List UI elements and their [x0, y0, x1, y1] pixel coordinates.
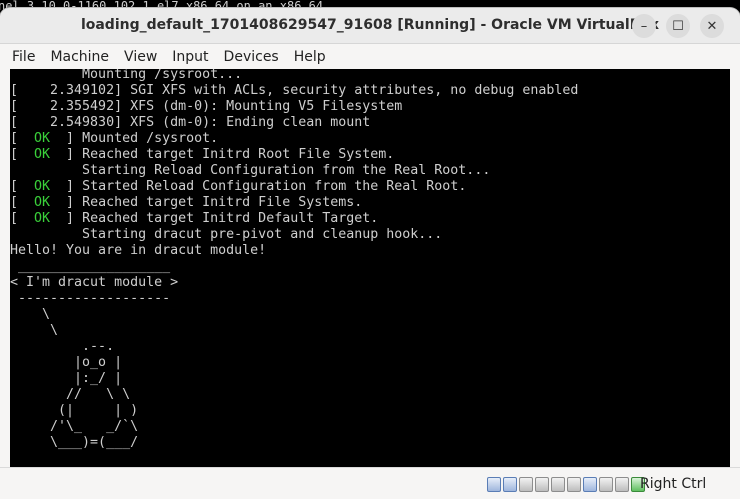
ok-status: OK: [34, 211, 51, 226]
console-line: \: [10, 307, 578, 323]
host-key-label[interactable]: Right Ctrl: [640, 476, 706, 492]
console-line-text: \___)=(___/: [10, 435, 139, 450]
console-line: |o_o |: [10, 355, 578, 371]
console-line: Mounting /sysroot...: [10, 69, 578, 83]
console-line-text: XFS (dm-0): Ending clean mount: [130, 115, 371, 130]
console-line: [ OK ] Reached target Initrd Default Tar…: [10, 211, 578, 227]
console-line: [ 2.549830] XFS (dm-0): Ending clean mou…: [10, 115, 578, 131]
console-line-text: < I'm dracut module >: [10, 275, 179, 290]
minimize-icon: –: [640, 18, 648, 34]
console-line-prefix: [: [10, 179, 35, 194]
menu-bar: File Machine View Input Devices Help: [0, 44, 740, 68]
console-line-text: Starting dracut pre-pivot and cleanup ho…: [10, 227, 443, 242]
console-line: Starting dracut pre-pivot and cleanup ho…: [10, 227, 578, 243]
console-line-text: ] Started Reload Configuration from the …: [50, 179, 467, 194]
usb-icon[interactable]: [551, 477, 565, 492]
console-line: |:_/ |: [10, 371, 578, 387]
console-line: < I'm dracut module >: [10, 275, 578, 291]
minimize-button[interactable]: –: [632, 14, 656, 38]
console-line-text: /'\_ _/`\: [10, 419, 139, 434]
console-line: \___)=(___/: [10, 435, 578, 451]
console-line: \: [10, 323, 578, 339]
hard-disk-icon[interactable]: [487, 477, 501, 492]
console-line: [ OK ] Started Reload Configuration from…: [10, 179, 578, 195]
video-capture-icon[interactable]: [599, 477, 613, 492]
console-line-prefix: [ 2.355492]: [10, 99, 131, 114]
console-line-text: |o_o |: [10, 355, 123, 370]
console-line-text: // \ \: [10, 387, 131, 402]
ok-status: OK: [34, 195, 51, 210]
maximize-button[interactable]: ☐: [666, 14, 690, 38]
display-icon[interactable]: [583, 477, 597, 492]
console-line-text: \: [10, 323, 59, 338]
console-line: (| | ): [10, 403, 578, 419]
console-line-text: |:_/ |: [10, 371, 123, 386]
console-line-text: ] Reached target Initrd Default Target.: [50, 211, 379, 226]
console-line: [ OK ] Reached target Initrd Root File S…: [10, 147, 578, 163]
console-line-prefix: [ 2.549830]: [10, 115, 131, 130]
console-line-text: .--.: [10, 339, 115, 354]
console-line-text: \: [10, 307, 51, 322]
virtualbox-window: loading_default_1701408629547_91608 [Run…: [0, 8, 740, 499]
shared-folders-icon[interactable]: [567, 477, 581, 492]
menu-machine[interactable]: Machine: [50, 47, 109, 65]
console-line: /'\_ _/`\: [10, 419, 578, 435]
menu-devices[interactable]: Devices: [224, 47, 279, 65]
status-icons: [487, 477, 645, 493]
console-line: ___________________: [10, 259, 578, 275]
mouse-integration-icon[interactable]: [615, 477, 629, 492]
console-line: [ OK ] Mounted /sysroot.: [10, 131, 578, 147]
status-bar: Right Ctrl: [0, 467, 740, 499]
menu-help[interactable]: Help: [294, 47, 326, 65]
console-line: // \ \: [10, 387, 578, 403]
network-icon[interactable]: [535, 477, 549, 492]
console-line: [ 2.355492] XFS (dm-0): Mounting V5 File…: [10, 99, 578, 115]
console-line: .--.: [10, 339, 578, 355]
audio-icon[interactable]: [519, 477, 533, 492]
maximize-icon: ☐: [672, 18, 684, 34]
console-line-text: (| | ): [10, 403, 139, 418]
console-line-prefix: [: [10, 147, 35, 162]
console-line: [ OK ] Reached target Initrd File System…: [10, 195, 578, 211]
optical-drive-icon[interactable]: [503, 477, 517, 492]
console-line: Starting Reload Configuration from the R…: [10, 163, 578, 179]
console-line-text: ] Mounted /sysroot.: [50, 131, 219, 146]
console-output: Mounting /sysroot...[ 2.349102] SGI XFS …: [10, 69, 578, 451]
ok-status: OK: [34, 179, 51, 194]
console-line: Hello! You are in dracut module!: [10, 243, 578, 259]
ok-status: OK: [34, 147, 51, 162]
console-line-text: Starting Reload Configuration from the R…: [10, 163, 491, 178]
ok-status: OK: [34, 131, 51, 146]
console-line-text: Hello! You are in dracut module!: [10, 243, 267, 258]
console-line-text: XFS (dm-0): Mounting V5 Filesystem: [130, 99, 403, 114]
title-bar[interactable]: loading_default_1701408629547_91608 [Run…: [0, 8, 740, 44]
console-line-text: -------------------: [10, 291, 171, 306]
vm-screen[interactable]: Mounting /sysroot...[ 2.349102] SGI XFS …: [10, 69, 730, 467]
console-line-prefix: [ 2.349102]: [10, 83, 131, 98]
console-line-text: ___________________: [10, 259, 171, 274]
console-line: -------------------: [10, 291, 578, 307]
close-icon: ✕: [706, 18, 718, 34]
console-line-text: ] Reached target Initrd Root File System…: [50, 147, 395, 162]
console-line-prefix: [: [10, 195, 35, 210]
console-line-prefix: [: [10, 131, 35, 146]
menu-input[interactable]: Input: [172, 47, 208, 65]
console-line-prefix: [: [10, 211, 35, 226]
menu-view[interactable]: View: [124, 47, 157, 65]
console-line: [ 2.349102] SGI XFS with ACLs, security …: [10, 83, 578, 99]
window-title: loading_default_1701408629547_91608 [Run…: [80, 17, 660, 33]
console-line-text: SGI XFS with ACLs, security attributes, …: [130, 83, 579, 98]
console-line-text: Mounting /sysroot...: [10, 69, 243, 82]
console-line-text: ] Reached target Initrd File Systems.: [50, 195, 363, 210]
menu-file[interactable]: File: [12, 47, 35, 65]
close-button[interactable]: ✕: [700, 14, 724, 38]
